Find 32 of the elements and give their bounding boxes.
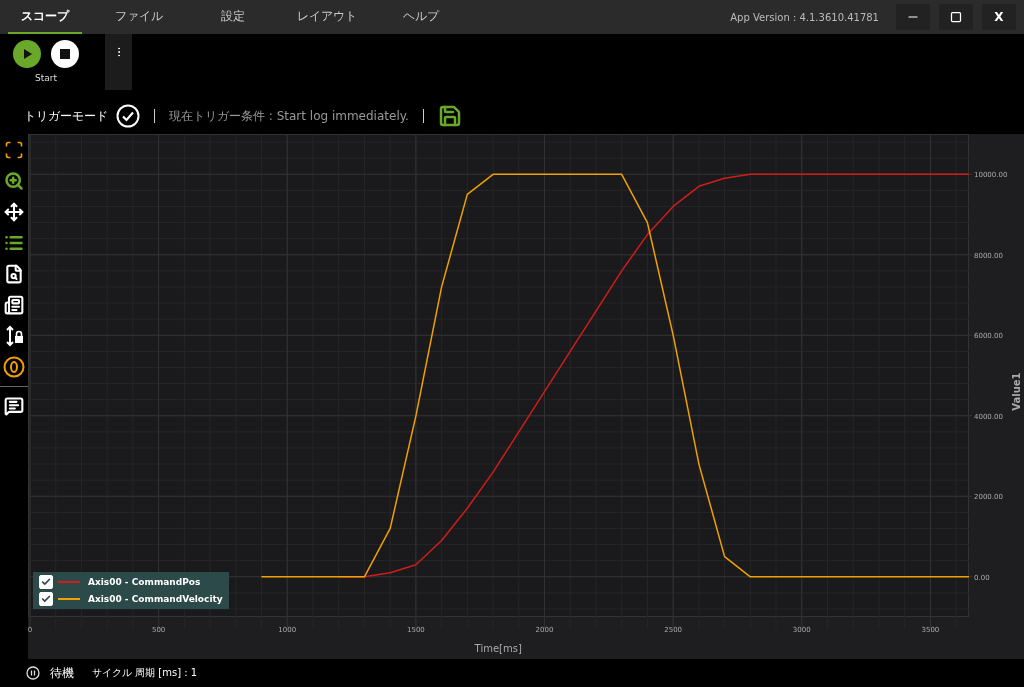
stop-button[interactable] <box>51 40 79 68</box>
maximize-button[interactable] <box>939 4 973 30</box>
newspaper-icon[interactable] <box>2 293 26 317</box>
play-icon <box>21 48 33 60</box>
menu-tab[interactable]: スコープ <box>8 0 82 34</box>
y-axis-title: Value1 <box>1011 372 1022 411</box>
x-axis-title: Time[ms] <box>474 643 522 654</box>
pause-icon <box>26 666 40 680</box>
start-label: Start <box>35 73 57 83</box>
menu-tab[interactable]: レイアウト <box>290 0 364 34</box>
menu-tab[interactable]: ヘルプ <box>384 0 458 34</box>
legend-checkbox[interactable] <box>39 575 53 589</box>
comment-icon[interactable] <box>2 394 26 418</box>
play-button[interactable] <box>13 40 41 68</box>
maximize-icon <box>950 11 962 23</box>
move-icon[interactable] <box>2 200 26 224</box>
legend-label: Axis00 - CommandPos <box>88 577 201 587</box>
close-button[interactable]: X <box>982 4 1016 30</box>
trigger-mode-label: トリガーモード <box>24 107 108 125</box>
menu-tab[interactable]: 設定 <box>196 0 270 34</box>
menu-tab[interactable]: ファイル <box>102 0 176 34</box>
zero-circle-icon[interactable] <box>2 355 26 379</box>
legend-checkbox[interactable] <box>39 592 53 606</box>
status-state: 待機 <box>50 664 74 682</box>
trigger-condition: 現在トリガー条件 : Start log immediately. <box>169 107 409 125</box>
stop-icon <box>60 49 70 59</box>
save-icon[interactable] <box>437 104 462 128</box>
cycle-period: サイクル 周期 [ms] : 1 <box>92 666 198 680</box>
legend-label: Axis00 - CommandVelocity <box>88 594 223 604</box>
app-version: App Version : 4.1.3610.41781 <box>730 11 879 23</box>
check-circle-icon[interactable] <box>116 104 140 128</box>
zoom-in-icon[interactable] <box>2 169 26 193</box>
